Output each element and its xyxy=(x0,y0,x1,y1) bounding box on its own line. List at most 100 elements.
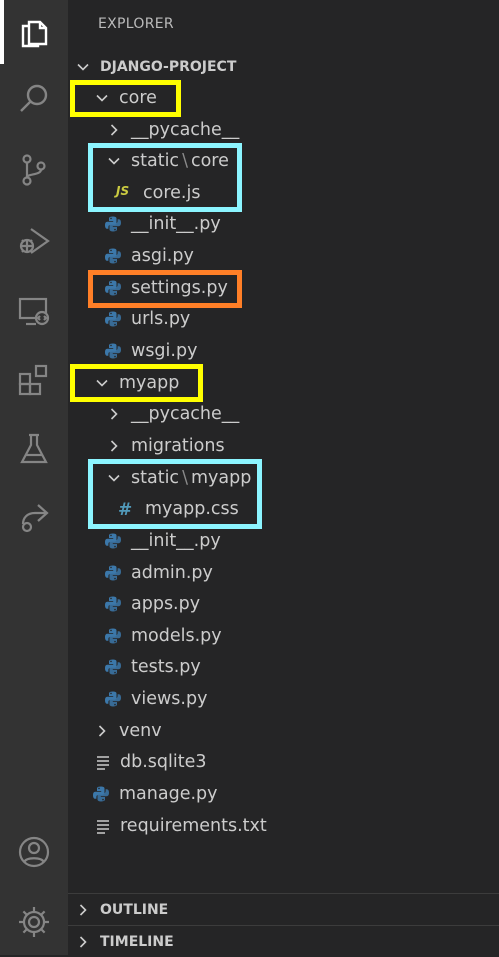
folder-core[interactable]: core xyxy=(68,82,499,113)
python-icon xyxy=(104,658,122,676)
python-icon xyxy=(104,215,122,233)
chevron-down-icon xyxy=(95,91,109,105)
file-label: myapp.css xyxy=(145,498,239,519)
project-root[interactable]: DJANGO-PROJECT xyxy=(68,51,499,82)
text-file-icon xyxy=(94,817,112,835)
folder-venv[interactable]: venv xyxy=(68,715,499,746)
folder-myapp-pycache[interactable]: __pycache__ xyxy=(68,398,499,429)
file-db-sqlite[interactable]: db.sqlite3 xyxy=(68,746,499,777)
file-requirements[interactable]: requirements.txt xyxy=(68,810,499,841)
file-core-asgi[interactable]: asgi.py xyxy=(68,240,499,271)
section-divider xyxy=(68,925,499,926)
outline-section[interactable]: OUTLINE xyxy=(68,894,499,925)
file-myapp-views[interactable]: views.py xyxy=(68,683,499,714)
explorer-title: EXPLORER xyxy=(98,16,174,32)
python-icon xyxy=(104,342,122,360)
python-icon xyxy=(104,564,122,582)
file-core-settings[interactable]: settings.py xyxy=(68,272,499,303)
testing-icon[interactable] xyxy=(0,424,68,474)
chevron-right-icon xyxy=(76,903,90,917)
file-label: manage.py xyxy=(119,783,218,804)
file-myapp-apps[interactable]: apps.py xyxy=(68,588,499,619)
folder-label: core xyxy=(119,87,157,108)
folder-label: __pycache__ xyxy=(131,119,240,140)
file-label: db.sqlite3 xyxy=(120,751,207,772)
css-hash-icon: # xyxy=(118,499,133,520)
folder-myapp-migrations[interactable]: migrations xyxy=(68,430,499,461)
file-label: views.py xyxy=(131,688,208,709)
outline-label: OUTLINE xyxy=(100,901,169,918)
python-icon xyxy=(104,310,122,328)
chevron-down-icon xyxy=(76,60,90,74)
chevron-down-icon xyxy=(107,471,121,485)
folder-myapp-static[interactable]: static \ myapp xyxy=(68,462,499,493)
section-divider xyxy=(68,893,499,894)
chevron-down-icon xyxy=(95,376,109,390)
python-icon xyxy=(104,532,122,550)
path-separator: \ xyxy=(182,150,188,171)
folder-myapp[interactable]: myapp xyxy=(68,367,499,398)
extensions-icon[interactable] xyxy=(0,355,68,405)
folder-label: static xyxy=(131,150,180,171)
settings-gear-icon[interactable] xyxy=(0,897,68,947)
file-label: asgi.py xyxy=(131,245,194,266)
timeline-section[interactable]: TIMELINE xyxy=(68,926,499,957)
folder-label: venv xyxy=(119,720,162,741)
live-share-icon[interactable] xyxy=(0,492,68,542)
folder-core-pycache[interactable]: __pycache__ xyxy=(68,114,499,145)
python-icon xyxy=(104,279,122,297)
source-control-icon[interactable] xyxy=(0,145,68,195)
file-label: tests.py xyxy=(131,656,201,677)
file-myapp-init[interactable]: __init__.py xyxy=(68,525,499,556)
file-core-init[interactable]: __init__.py xyxy=(68,208,499,239)
folder-label: myapp xyxy=(190,467,252,488)
chevron-right-icon xyxy=(76,935,90,949)
file-label: __init__.py xyxy=(131,530,221,551)
explorer-panel: EXPLORER DJANGO-PROJECT core __pycache__… xyxy=(68,0,499,955)
chevron-right-icon xyxy=(107,123,121,137)
activity-bar xyxy=(0,0,68,955)
file-label: settings.py xyxy=(131,277,228,298)
search-icon[interactable] xyxy=(0,74,68,124)
javascript-icon: JS xyxy=(116,183,130,198)
python-icon xyxy=(92,785,110,803)
python-icon xyxy=(104,627,122,645)
file-myapp-tests[interactable]: tests.py xyxy=(68,651,499,682)
file-myapp-models[interactable]: models.py xyxy=(68,620,499,651)
remote-explorer-icon[interactable] xyxy=(0,286,68,336)
chevron-right-icon xyxy=(107,407,121,421)
project-name: DJANGO-PROJECT xyxy=(100,58,237,75)
python-icon xyxy=(104,690,122,708)
file-myapp-admin[interactable]: admin.py xyxy=(68,557,499,588)
file-label: admin.py xyxy=(131,562,213,583)
file-label: models.py xyxy=(131,625,222,646)
file-label: urls.py xyxy=(131,308,191,329)
file-myapp-css[interactable]: # myapp.css xyxy=(68,493,499,524)
explorer-icon[interactable] xyxy=(0,8,68,58)
file-label: apps.py xyxy=(131,593,201,614)
file-label: requirements.txt xyxy=(120,815,267,836)
file-core-urls[interactable]: urls.py xyxy=(68,303,499,334)
folder-core-static[interactable]: static \ core xyxy=(68,145,499,176)
python-icon xyxy=(104,595,122,613)
python-icon xyxy=(104,247,122,265)
text-file-icon xyxy=(94,753,112,771)
file-label: __init__.py xyxy=(131,213,221,234)
file-label: wsgi.py xyxy=(131,340,198,361)
file-core-js[interactable]: JS core.js xyxy=(68,177,499,208)
chevron-down-icon xyxy=(107,154,121,168)
file-label: core.js xyxy=(143,182,201,203)
chevron-right-icon xyxy=(107,439,121,453)
folder-label: core xyxy=(190,150,229,171)
path-separator: \ xyxy=(182,467,188,488)
chevron-right-icon xyxy=(95,724,109,738)
file-manage-py[interactable]: manage.py xyxy=(68,778,499,809)
folder-label: static xyxy=(131,467,180,488)
run-debug-icon[interactable] xyxy=(0,216,68,266)
folder-label: myapp xyxy=(119,372,180,393)
account-icon[interactable] xyxy=(0,827,68,877)
folder-label: migrations xyxy=(131,435,225,456)
folder-label: __pycache__ xyxy=(131,403,240,424)
file-core-wsgi[interactable]: wsgi.py xyxy=(68,335,499,366)
timeline-label: TIMELINE xyxy=(100,933,174,950)
